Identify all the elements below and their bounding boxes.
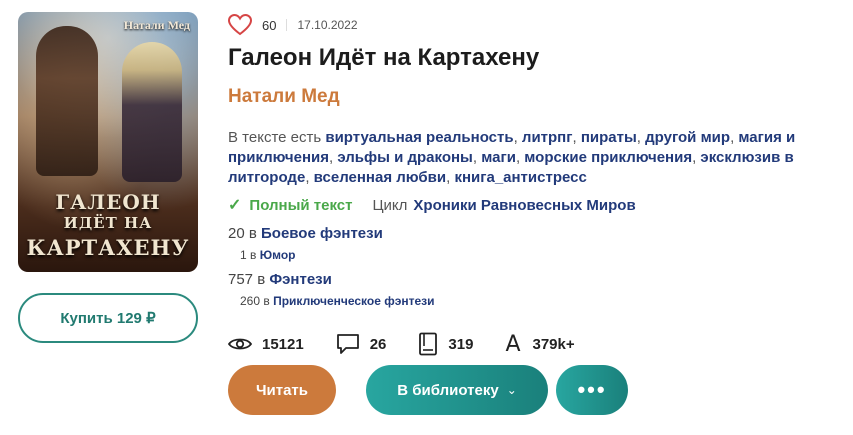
ranking-position: 20 в <box>228 225 257 242</box>
ranking-genre-link[interactable]: Приключенческое фэнтези <box>273 294 434 308</box>
tag-link[interactable]: книга_антистресс <box>454 169 586 186</box>
stats-row: 15121 26 319 A 379k+ <box>228 331 607 357</box>
pages-count: 319 <box>448 335 474 353</box>
eye-icon <box>228 338 252 350</box>
tag-link[interactable]: морские приключения <box>524 149 692 166</box>
add-to-library-button[interactable]: В библиотеку ⌄ <box>366 365 548 415</box>
buy-button[interactable]: Купить 129 ₽ <box>18 293 198 343</box>
cover-title-line-3: КАРТАХЕНУ <box>26 235 190 260</box>
cover-figure-woman <box>122 42 182 182</box>
views-stat: 15121 <box>228 336 304 353</box>
ranking-item: 260 в Приключенческое фэнтези <box>228 294 434 308</box>
cycle-label: Цикл <box>372 196 408 214</box>
tag-link[interactable]: маги <box>481 149 516 166</box>
tag-link[interactable]: пираты <box>581 129 637 146</box>
ranking-position: 260 в <box>240 294 270 308</box>
book-title: Галеон Идёт на Картахену <box>228 44 540 71</box>
book-icon <box>419 332 438 356</box>
book-cover[interactable]: Натали Мед ГАЛЕОН ИДЁТ НА КАРТАХЕНУ <box>18 12 198 272</box>
tag-link[interactable]: другой мир <box>645 129 730 146</box>
characters-count: 379k+ <box>532 335 575 353</box>
publish-date: 17.10.2022 <box>297 18 358 32</box>
cover-figure-man <box>36 26 98 176</box>
tags-prefix: В тексте есть <box>228 129 322 146</box>
check-icon: ✓ <box>228 197 242 214</box>
ranking-item: 1 в Юмор <box>228 248 296 262</box>
divider <box>286 19 288 31</box>
ranking-position: 757 в <box>228 271 266 288</box>
more-options-button[interactable]: ••• <box>556 365 628 415</box>
chevron-down-icon: ⌄ <box>506 383 517 397</box>
author-link[interactable]: Натали Мед <box>228 86 340 108</box>
heart-icon[interactable] <box>227 13 253 36</box>
comments-count: 26 <box>369 335 387 353</box>
characters-stat: A 379k+ <box>505 332 574 357</box>
comments-stat[interactable]: 26 <box>336 333 387 355</box>
meta-row: 60 17.10.2022 <box>227 12 358 38</box>
add-to-library-label: В библиотеку <box>397 381 499 399</box>
tag-link[interactable]: виртуальная реальность <box>325 129 513 146</box>
comment-icon <box>336 334 359 354</box>
tag-link[interactable]: вселенная любви <box>314 169 446 186</box>
status-row: ✓ Полный текст Цикл Хроники Равновесных … <box>228 195 636 215</box>
read-button[interactable]: Читать <box>228 365 336 415</box>
ranking-genre-link[interactable]: Боевое фэнтези <box>261 225 383 242</box>
ranking-genre-link[interactable]: Фэнтези <box>269 271 332 288</box>
ranking-genre-link[interactable]: Юмор <box>260 248 296 262</box>
cycle-link[interactable]: Хроники Равновесных Миров <box>413 197 635 214</box>
letter-a-icon: A <box>505 331 521 357</box>
tags-block: В тексте есть виртуальная реальность, ли… <box>228 129 796 186</box>
likes-count: 60 <box>262 17 277 33</box>
status-badge: Полный текст <box>249 196 353 214</box>
views-count: 15121 <box>262 335 304 353</box>
pages-stat: 319 <box>418 332 473 356</box>
ranking-item: 757 в Фэнтези <box>228 271 332 288</box>
ranking-position: 1 в <box>240 248 257 262</box>
ranking-item: 20 в Боевое фэнтези <box>228 225 383 242</box>
cover-author: Натали Мед <box>123 18 190 32</box>
cover-title-line-1: ГАЛЕОН <box>55 190 161 214</box>
cover-title-line-2: ИДЁТ НА <box>63 214 153 232</box>
more-icon: ••• <box>577 377 607 402</box>
tag-link[interactable]: литрпг <box>522 129 573 146</box>
tag-link[interactable]: эльфы и драконы <box>337 149 473 166</box>
